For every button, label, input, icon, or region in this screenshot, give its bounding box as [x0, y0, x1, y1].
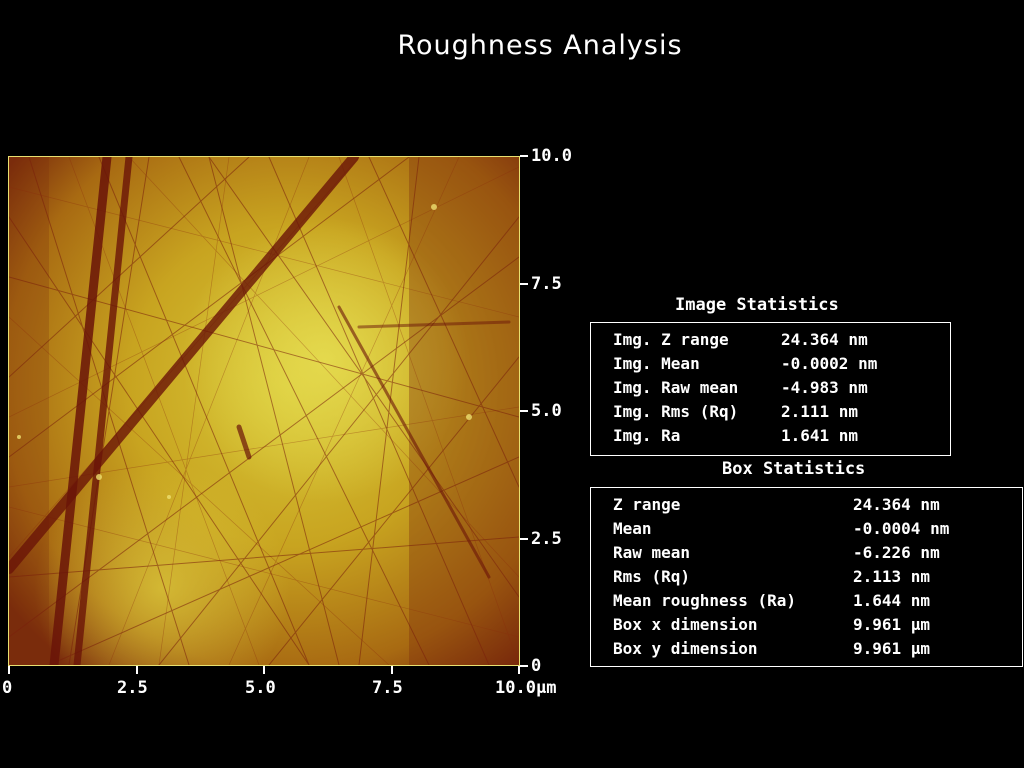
x-axis-unit: µm	[535, 678, 557, 698]
stat-label: Img. Mean	[613, 354, 700, 373]
afm-surface-image[interactable]	[8, 156, 520, 666]
stat-row: Mean -0.0004 nm	[613, 517, 1022, 541]
stat-value: -0.0002 nm	[781, 354, 878, 373]
y-axis-tick	[520, 155, 528, 157]
stat-label: Img. Rms (Rq)	[613, 402, 739, 421]
stat-label: Raw mean	[613, 543, 691, 562]
box-statistics-panel: Z range 24.364 nm Mean -0.0004 nm Raw mean…	[590, 487, 1023, 667]
stat-label: Mean roughness (Ra)	[613, 591, 797, 610]
box-statistics-title: Box Statistics	[722, 459, 866, 479]
x-axis-tick	[8, 666, 10, 674]
y-axis-tick	[520, 283, 528, 285]
page-title: Roughness Analysis	[397, 30, 683, 61]
stat-value: -6.226 nm	[853, 543, 940, 562]
x-axis-tick	[136, 666, 138, 674]
stat-value: 2.111 nm	[781, 402, 859, 421]
afm-surface-render	[9, 157, 519, 665]
stat-label: Box x dimension	[613, 615, 758, 634]
stat-row: Img. Z range 24.364 nm	[613, 328, 950, 352]
stat-row: Raw mean -6.226 nm	[613, 541, 1022, 565]
stat-value: 9.961 µm	[853, 639, 931, 658]
stat-label: Img. Z range	[613, 330, 729, 349]
stat-row: Img. Ra 1.641 nm	[613, 424, 950, 448]
y-axis-tick-label: 5.0	[531, 401, 562, 421]
y-axis-tick-label: 2.5	[531, 529, 562, 549]
y-axis-tick-label: 0	[531, 656, 542, 676]
x-axis-tick	[518, 666, 520, 674]
y-axis-tick	[520, 538, 528, 540]
stat-value: -4.983 nm	[781, 378, 868, 397]
x-axis-tick	[391, 666, 393, 674]
stat-value: -0.0004 nm	[853, 519, 950, 538]
stat-row: Img. Rms (Rq) 2.111 nm	[613, 400, 950, 424]
stat-value: 1.641 nm	[781, 426, 859, 445]
stat-value: 24.364 nm	[781, 330, 868, 349]
x-axis-tick-label: 2.5	[117, 678, 148, 698]
stat-row: Img. Mean -0.0002 nm	[613, 352, 950, 376]
x-axis-tick	[263, 666, 265, 674]
x-axis-tick-label: 7.5	[372, 678, 403, 698]
stat-row: Z range 24.364 nm	[613, 493, 1022, 517]
y-axis-tick	[520, 410, 528, 412]
x-axis-tick-label: 5.0	[245, 678, 276, 698]
stat-label: Z range	[613, 495, 681, 514]
stat-row: Mean roughness (Ra) 1.644 nm	[613, 589, 1022, 613]
stat-row: Rms (Rq) 2.113 nm	[613, 565, 1022, 589]
stat-row: Box y dimension 9.961 µm	[613, 637, 1022, 661]
y-axis-tick-label: 10.0	[531, 146, 572, 166]
stat-value: 24.364 nm	[853, 495, 940, 514]
stat-row: Box x dimension 9.961 µm	[613, 613, 1022, 637]
stat-label: Img. Ra	[613, 426, 681, 445]
x-axis-tick-label: 0	[2, 678, 13, 698]
stat-label: Img. Raw mean	[613, 378, 739, 397]
stat-value: 2.113 nm	[853, 567, 931, 586]
stat-value: 9.961 µm	[853, 615, 931, 634]
image-statistics-panel: Img. Z range 24.364 nm Img. Mean -0.0002 n…	[590, 322, 951, 456]
stat-label: Box y dimension	[613, 639, 758, 658]
stat-value: 1.644 nm	[853, 591, 931, 610]
image-statistics-title: Image Statistics	[675, 295, 839, 315]
stat-label: Rms (Rq)	[613, 567, 691, 586]
y-axis-tick	[520, 665, 528, 667]
x-axis-tick-label: 10.0µm	[495, 678, 557, 698]
stat-row: Img. Raw mean -4.983 nm	[613, 376, 950, 400]
stat-label: Mean	[613, 519, 652, 538]
y-axis-tick-label: 7.5	[531, 274, 562, 294]
